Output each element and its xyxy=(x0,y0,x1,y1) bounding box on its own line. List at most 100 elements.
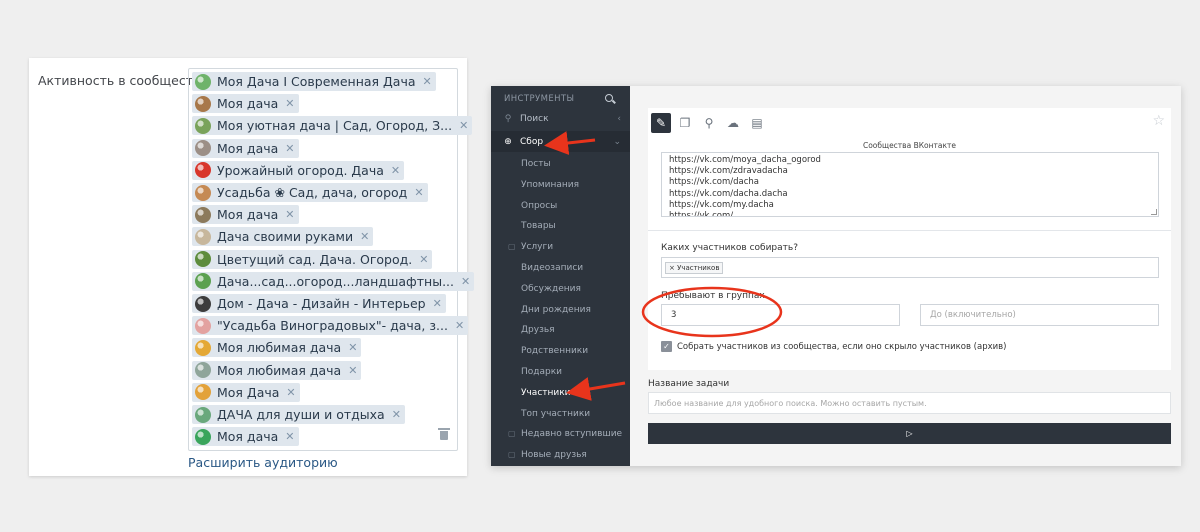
star-icon[interactable]: ☆ xyxy=(1152,113,1165,129)
community-avatar xyxy=(195,295,211,312)
sidebar-subitem-label: Посты xyxy=(521,159,551,169)
sidebar-subitem[interactable]: Упоминания xyxy=(521,180,579,190)
community-tag-label: Моя дача xyxy=(217,96,279,112)
urls-textarea[interactable]: https://vk.com/moya_dacha_ogorod https://… xyxy=(661,152,1159,217)
search-icon[interactable] xyxy=(605,94,613,102)
location-icon[interactable]: ⚲ xyxy=(699,113,719,133)
remove-tag-icon[interactable]: ✕ xyxy=(433,297,442,310)
trash-icon[interactable] xyxy=(438,428,450,440)
community-avatar xyxy=(195,273,211,290)
community-tag: Моя уютная дача | Сад, Огород, З... ✕ xyxy=(192,116,473,136)
sidebar-subitem[interactable]: Видеозаписи xyxy=(521,263,583,273)
remove-tag-icon[interactable]: ✕ xyxy=(348,364,357,377)
community-avatar xyxy=(195,362,211,379)
sidebar-item-label: Поиск xyxy=(520,113,549,124)
main-form: ✎ ❐ ⚲ ☁ ▤ ☆ Сообщества ВКонтакте https://vk.… xyxy=(648,108,1171,370)
url-line: https://vk.com/dacha xyxy=(669,177,760,188)
community-avatar xyxy=(195,384,211,401)
sidebar-subitem-label: Участники xyxy=(521,387,571,398)
sidebar-subitem-label: Товары xyxy=(521,221,556,232)
community-avatar xyxy=(195,206,211,223)
members-type-select[interactable]: × Участников xyxy=(661,257,1159,278)
hidden-members-label: Собрать участников из сообщества, если о… xyxy=(677,342,1007,352)
sidebar-subitem[interactable]: Участники xyxy=(521,388,571,398)
community-tag-label: Цветущий сад. Дача. Огород. xyxy=(217,251,413,267)
sidebar-subitem[interactable]: Товары xyxy=(521,221,556,231)
sidebar-subitem[interactable]: Друзья xyxy=(521,325,555,335)
sidebar-subitem[interactable]: Топ участники xyxy=(521,409,590,419)
url-line: https://vk.com/... xyxy=(669,211,742,217)
url-line: https://vk.com/zdravadacha xyxy=(669,166,788,177)
resize-handle-icon[interactable] xyxy=(1151,209,1157,215)
community-tag: Моя Дача I Современная Дача ✕ xyxy=(192,72,436,91)
sidebar-subitem-label: Услуги xyxy=(521,242,554,253)
remove-tag-icon[interactable]: ✕ xyxy=(461,275,470,288)
community-tag-label: Моя дача xyxy=(217,207,279,223)
community-tag: Моя Дача ✕ xyxy=(192,382,300,402)
sidebar-subitem[interactable]: Подарки xyxy=(521,367,562,377)
sidebar-subitem[interactable]: Родственники xyxy=(521,346,588,356)
groups-from-input[interactable]: 3 xyxy=(661,304,900,326)
sidebar-subitem[interactable]: ▢ Новые друзья xyxy=(508,450,587,460)
community-tag: Урожайный огород. Дача ✕ xyxy=(192,160,405,180)
expand-audience-link[interactable]: Расширить аудиторию xyxy=(188,455,338,470)
community-tag: Моя дача ✕ xyxy=(192,94,299,114)
communities-activity-panel: Активность в сообществах: Моя Дача I Сов… xyxy=(29,58,475,476)
sidebar-subitem-label: Подарки xyxy=(521,367,563,377)
sidebar-subitem[interactable]: Посты xyxy=(521,159,551,169)
remove-tag-icon[interactable]: ✕ xyxy=(285,142,294,155)
community-tag: Дача...сад...огород...ландшафтны... ✕ xyxy=(192,271,475,291)
remove-tag-icon[interactable]: ✕ xyxy=(419,253,428,266)
groups-to-input[interactable]: До (включительно) xyxy=(920,304,1159,326)
sidebar-subitem[interactable]: ▢ Услуги xyxy=(508,242,554,253)
lock-icon: ▢ xyxy=(508,242,516,252)
sidebar-item-search[interactable]: ⚲ Поиск ‹ xyxy=(491,108,630,129)
copy-icon[interactable]: ❐ xyxy=(675,113,695,133)
communities-tag-input[interactable]: Моя Дача I Современная Дача ✕ Моя дача ✕ Моя… xyxy=(188,68,475,451)
sidebar-subitem[interactable]: Дни рождения xyxy=(521,305,591,315)
book-icon[interactable]: ▤ xyxy=(747,113,767,133)
members-chip[interactable]: × Участников xyxy=(665,262,724,274)
groups-label: Пребывают в группах xyxy=(661,291,765,301)
task-name-input[interactable]: Любое название для удобного поиска. Можн… xyxy=(648,392,1171,414)
remove-tag-icon[interactable]: ✕ xyxy=(455,319,464,332)
hidden-members-checkbox[interactable]: ✓ xyxy=(661,341,672,352)
section-title: Сообщества ВКонтакте xyxy=(862,141,957,150)
remove-tag-icon[interactable]: ✕ xyxy=(285,208,294,221)
remove-tag-icon[interactable]: ✕ xyxy=(286,386,295,399)
community-tag: Моя любимая дача ✕ xyxy=(192,360,362,380)
sidebar-subitem-label: Видеозаписи xyxy=(521,263,584,273)
community-tag: "Усадьба Виноградовых"- дача, з... ✕ xyxy=(192,316,469,336)
sidebar-subitem[interactable]: ▢ Недавно вступившие xyxy=(508,429,622,439)
sidebar-subitem-label: Топ участники xyxy=(521,408,591,419)
sidebar-subitem-label: Обсуждения xyxy=(521,283,581,294)
sidebar-item-collect[interactable]: ⊕ Сбор ⌄ xyxy=(491,131,630,152)
upload-cloud-icon[interactable]: ☁ xyxy=(723,113,743,133)
remove-tag-icon[interactable]: ✕ xyxy=(360,230,369,243)
sidebar-subitem[interactable]: Обсуждения xyxy=(521,284,581,294)
remove-tag-icon[interactable]: ✕ xyxy=(285,430,294,443)
community-avatar xyxy=(195,228,211,245)
remove-tag-icon[interactable]: ✕ xyxy=(459,119,468,132)
remove-tag-icon[interactable]: ✕ xyxy=(414,186,423,199)
community-tag: Усадьба ❀ Сад, дача, огород ✕ xyxy=(192,183,428,202)
community-avatar xyxy=(195,162,211,179)
remove-tag-icon[interactable]: ✕ xyxy=(348,341,357,354)
edit-icon[interactable]: ✎ xyxy=(651,113,671,133)
lock-icon: ▢ xyxy=(508,429,516,439)
sidebar-subitem-label: Опросы xyxy=(521,200,558,211)
community-tag-label: Моя любимая дача xyxy=(217,362,342,378)
remove-tag-icon[interactable]: ✕ xyxy=(423,75,432,88)
community-tag-label: Усадьба ❀ Сад, дача, огород xyxy=(217,185,408,200)
chevron-down-icon: ⌄ xyxy=(613,136,621,147)
community-avatar xyxy=(195,184,211,201)
tool-window: ИНСТРУМЕНТЫ ⚲ Поиск ‹ ⊕ Сбор ⌄ Посты Упом… xyxy=(491,86,1181,466)
remove-tag-icon[interactable]: ✕ xyxy=(392,408,401,421)
remove-tag-icon[interactable]: ✕ xyxy=(285,97,294,110)
community-tag-label: Моя дача xyxy=(217,140,279,156)
remove-tag-icon[interactable]: ✕ xyxy=(391,164,400,177)
run-button[interactable]: ▷ xyxy=(648,423,1171,444)
search-plus-icon: ⊕ xyxy=(504,136,512,147)
community-tag-label: Урожайный огород. Дача xyxy=(217,162,384,178)
sidebar-subitem[interactable]: Опросы xyxy=(521,201,557,211)
